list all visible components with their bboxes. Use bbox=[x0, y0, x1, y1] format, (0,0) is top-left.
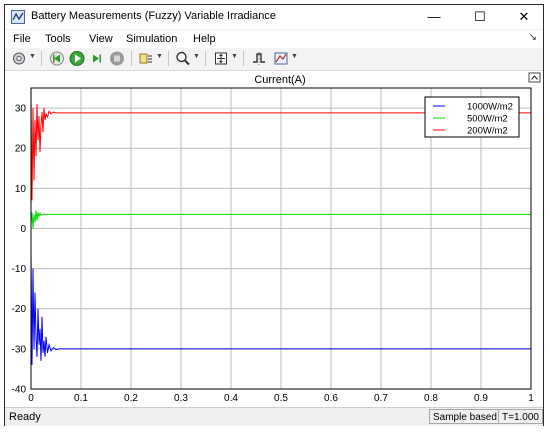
stop-icon[interactable] bbox=[109, 50, 125, 67]
menu-help[interactable]: Help bbox=[193, 33, 216, 45]
y-tick-label: -10 bbox=[12, 264, 27, 275]
step-forward-icon[interactable] bbox=[89, 50, 105, 67]
menu-view[interactable]: View bbox=[89, 33, 113, 45]
toolbar-separator bbox=[243, 51, 244, 66]
chevron-down-icon[interactable]: ▼ bbox=[156, 53, 163, 60]
scope-window: Battery Measurements (Fuzzy) Variable Ir… bbox=[4, 4, 544, 426]
title-bar: Battery Measurements (Fuzzy) Variable Ir… bbox=[5, 5, 543, 29]
pin-arrow-icon[interactable]: ↘ bbox=[529, 32, 537, 43]
triggers-icon[interactable] bbox=[251, 50, 267, 67]
y-tick-label: 10 bbox=[15, 184, 27, 195]
chevron-down-icon[interactable]: ▼ bbox=[291, 53, 298, 60]
toolbar-separator bbox=[41, 51, 42, 66]
y-tick-label: -20 bbox=[12, 304, 27, 315]
maximize-button[interactable]: ☐ bbox=[461, 5, 499, 29]
x-tick-label: 0.9 bbox=[474, 393, 488, 404]
legend-label-200: 200W/m2 bbox=[467, 126, 508, 137]
toolbar-separator bbox=[168, 51, 169, 66]
cursor-measurement-icon[interactable] bbox=[273, 50, 289, 67]
scope-app-icon bbox=[11, 10, 25, 24]
menu-simulation[interactable]: Simulation bbox=[126, 33, 177, 45]
x-tick-label: 0.5 bbox=[274, 393, 288, 404]
chart-legend: 1000W/m2 500W/m2 200W/m2 bbox=[424, 96, 520, 138]
run-icon[interactable] bbox=[69, 50, 85, 67]
toolbar: ▼ ▼ ▼ ▼ ▼ bbox=[5, 48, 543, 71]
status-bar: Ready Sample based T=1.000 bbox=[5, 407, 543, 426]
x-tick-label: 0.6 bbox=[324, 393, 338, 404]
current-chart: Current(A) 0 0.1 0.2 0.3 0.4 0.5 0.6 0.7 0.8 0.9 1… bbox=[12, 72, 541, 404]
menu-tools[interactable]: Tools bbox=[45, 33, 71, 45]
close-button[interactable]: ✕ bbox=[505, 5, 543, 29]
menu-file[interactable]: File bbox=[13, 33, 31, 45]
y-tick-label: 20 bbox=[15, 144, 27, 155]
step-back-icon[interactable] bbox=[49, 50, 65, 67]
status-ready: Ready bbox=[9, 411, 41, 423]
sample-mode-indicator: Sample based bbox=[429, 409, 501, 424]
y-tick-label: -40 bbox=[12, 385, 27, 396]
chevron-down-icon[interactable]: ▼ bbox=[193, 53, 200, 60]
plot-area: Current(A) 0 0.1 0.2 0.3 0.4 0.5 0.6 0.7 0.8 0.9 1… bbox=[5, 71, 543, 407]
time-indicator: T=1.000 bbox=[498, 409, 543, 424]
undock-icon[interactable] bbox=[528, 72, 541, 83]
toolbar-separator bbox=[205, 51, 206, 66]
chevron-down-icon[interactable]: ▼ bbox=[231, 53, 238, 60]
chevron-down-icon[interactable]: ▼ bbox=[29, 53, 36, 60]
y-tick-label: 30 bbox=[15, 104, 27, 115]
legend-label-1000: 1000W/m2 bbox=[467, 102, 513, 113]
x-tick-label: 0.1 bbox=[74, 393, 88, 404]
x-tick-label: 1 bbox=[528, 393, 534, 404]
window-title: Battery Measurements (Fuzzy) Variable Ir… bbox=[31, 10, 276, 22]
settings-gear-icon[interactable] bbox=[11, 50, 27, 67]
minimize-button[interactable]: — bbox=[415, 5, 453, 29]
y-tick-label: 0 bbox=[20, 224, 26, 235]
menu-bar: File Tools View Simulation Help ↘ bbox=[5, 30, 543, 48]
zoom-icon[interactable] bbox=[175, 50, 191, 67]
x-tick-label: 0.8 bbox=[424, 393, 438, 404]
highlight-icon[interactable] bbox=[138, 50, 154, 67]
x-tick-label: 0 bbox=[28, 393, 34, 404]
y-tick-label: -30 bbox=[12, 344, 27, 355]
x-tick-label: 0.2 bbox=[124, 393, 138, 404]
chart-title: Current(A) bbox=[254, 74, 305, 86]
fit-to-view-icon[interactable] bbox=[213, 50, 229, 67]
toolbar-separator bbox=[131, 51, 132, 66]
x-tick-label: 0.4 bbox=[224, 393, 238, 404]
x-tick-label: 0.3 bbox=[174, 393, 188, 404]
legend-label-500: 500W/m2 bbox=[467, 114, 508, 125]
x-tick-label: 0.7 bbox=[374, 393, 388, 404]
